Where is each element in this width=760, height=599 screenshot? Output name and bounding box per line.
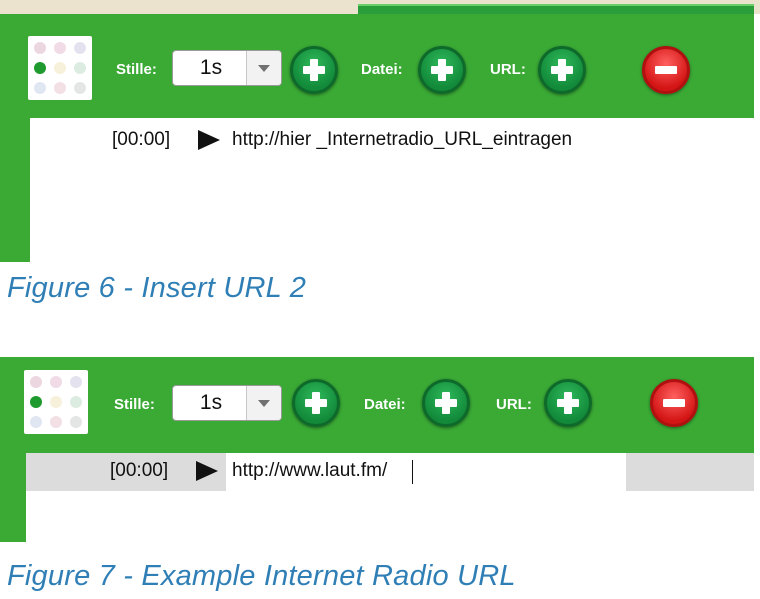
url-input-text[interactable]: http://www.laut.fm/ bbox=[232, 460, 387, 482]
app-logo-icon bbox=[24, 370, 88, 434]
add-url-button[interactable] bbox=[544, 379, 592, 427]
file-label: Datei: bbox=[361, 61, 403, 78]
play-icon[interactable] bbox=[198, 130, 220, 150]
top-background-strip bbox=[0, 0, 760, 14]
playlist-row[interactable]: [00:00] http://hier _Internetradio_URL_e… bbox=[30, 118, 754, 158]
player-panel-figure7: Stille: 1s Datei: URL: [00:00] http://ww… bbox=[0, 357, 754, 542]
add-silence-button[interactable] bbox=[290, 46, 338, 94]
entry-url[interactable]: http://hier _Internetradio_URL_eintragen bbox=[232, 129, 572, 151]
silence-select[interactable]: 1s bbox=[172, 385, 282, 421]
play-icon[interactable] bbox=[196, 461, 218, 481]
chevron-down-icon[interactable] bbox=[246, 386, 281, 420]
figure6-caption: Figure 6 - Insert URL 2 bbox=[7, 272, 307, 304]
entry-time: [00:00] bbox=[112, 129, 171, 150]
playlist-area: [00:00] http://www.laut.fm/ bbox=[26, 453, 754, 542]
add-file-button[interactable] bbox=[422, 379, 470, 427]
minus-icon bbox=[663, 399, 685, 407]
silence-select[interactable]: 1s bbox=[172, 50, 282, 86]
add-silence-button[interactable] bbox=[292, 379, 340, 427]
player-panel-figure6: Stille: 1s Datei: URL: [00:00] http://hi… bbox=[0, 14, 754, 262]
add-file-button[interactable] bbox=[418, 46, 466, 94]
chevron-down-icon[interactable] bbox=[246, 51, 281, 85]
remove-entry-button[interactable] bbox=[642, 46, 690, 94]
url-label: URL: bbox=[496, 396, 532, 413]
url-edit-field[interactable]: http://www.laut.fm/ bbox=[226, 453, 626, 491]
minus-icon bbox=[655, 66, 677, 74]
app-logo-icon bbox=[28, 36, 92, 100]
silence-select-value: 1s bbox=[199, 391, 223, 414]
add-url-button[interactable] bbox=[538, 46, 586, 94]
top-progress-bar bbox=[358, 4, 754, 14]
figure7-caption: Figure 7 - Example Internet Radio URL bbox=[7, 560, 516, 592]
url-label: URL: bbox=[490, 61, 526, 78]
silence-label: Stille: bbox=[116, 61, 157, 78]
entry-time: [00:00] bbox=[110, 460, 169, 481]
remove-entry-button[interactable] bbox=[650, 379, 698, 427]
file-label: Datei: bbox=[364, 396, 406, 413]
playlist-area: [00:00] http://hier _Internetradio_URL_e… bbox=[30, 118, 754, 262]
text-cursor bbox=[412, 460, 413, 484]
silence-label: Stille: bbox=[114, 396, 155, 413]
silence-select-value: 1s bbox=[199, 56, 223, 79]
playlist-row[interactable]: [00:00] http://www.laut.fm/ bbox=[26, 453, 754, 491]
